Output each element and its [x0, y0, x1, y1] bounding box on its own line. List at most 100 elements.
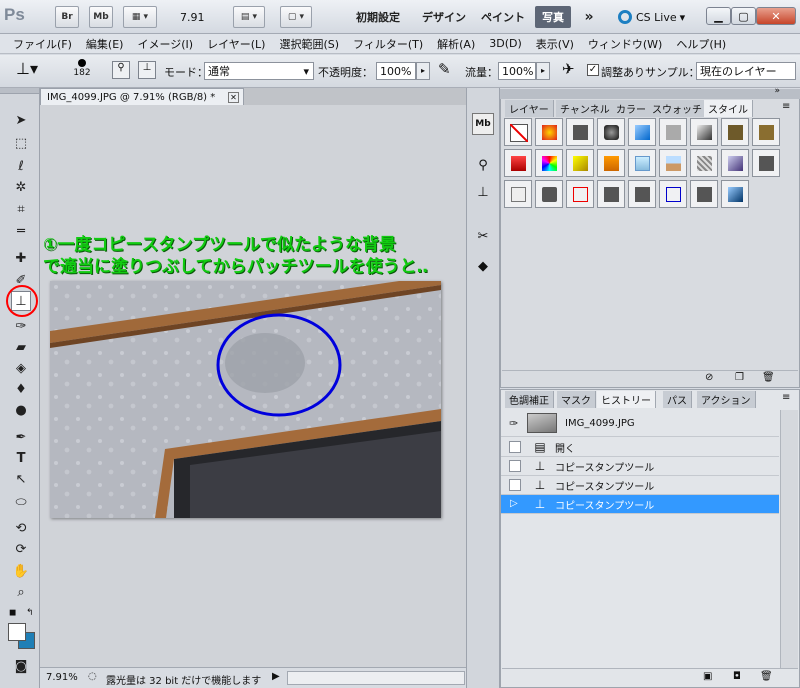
arrange-documents-dropdown[interactable]: ▤ ▾ — [233, 6, 265, 28]
move-tool[interactable]: ➤ — [11, 110, 31, 130]
maximize-button[interactable]: ▢ — [731, 7, 756, 25]
document-tab[interactable]: IMG_4099.JPG @ 7.91% (RGB/8) * ✕ — [40, 88, 244, 105]
style-swatch[interactable] — [628, 118, 656, 146]
menu-analysis[interactable]: 解析(A) — [430, 36, 482, 52]
new-style-button[interactable]: ❐ — [735, 372, 744, 383]
minimize-button[interactable]: ▁ — [706, 7, 731, 25]
horizontal-scrollbar[interactable] — [287, 671, 465, 685]
tab-adjustments[interactable]: 色調補正 — [505, 391, 554, 408]
hand-tool[interactable]: ✋ — [11, 561, 31, 581]
foreground-color-swatch[interactable] — [8, 623, 26, 641]
style-swatch[interactable] — [721, 149, 749, 177]
mode-select[interactable]: 通常 ▾ — [204, 62, 314, 80]
spot-healing-tool[interactable]: ✚ — [11, 248, 31, 268]
flow-slider-button[interactable]: ▸ — [536, 62, 550, 80]
toggle-clone-source-panel-button[interactable]: ⊥ — [138, 61, 156, 79]
panel-menu-button[interactable]: ≡ — [782, 101, 790, 112]
style-swatch[interactable] — [535, 118, 563, 146]
tab-color[interactable]: カラー — [612, 100, 651, 117]
3d-panel-button[interactable]: ◆ — [472, 255, 494, 277]
status-menu-button[interactable]: ▶ — [272, 671, 280, 682]
style-swatch[interactable] — [659, 180, 687, 208]
ruler-tool[interactable]: ═ — [11, 221, 31, 241]
screen-mode-dropdown[interactable]: ▢ ▾ — [280, 6, 312, 28]
sample-select[interactable]: 現在のレイヤー — [696, 62, 796, 80]
workspace-painting[interactable]: ペイント — [477, 6, 529, 28]
blur-tool[interactable]: ♦ — [11, 379, 31, 399]
style-swatch[interactable] — [535, 149, 563, 177]
history-item[interactable]: ⊥ コピースタンプツール — [501, 476, 779, 495]
quick-selection-tool[interactable]: ✲ — [11, 177, 31, 197]
tab-masks[interactable]: マスク — [557, 391, 596, 408]
history-item-selected[interactable]: ▷ ⊥ コピースタンプツール — [501, 495, 779, 514]
workspace-photography[interactable]: 写真 — [535, 6, 571, 28]
history-snapshot[interactable]: ✑ IMG_4099.JPG — [501, 410, 779, 437]
eraser-tool[interactable]: ▰ — [11, 337, 31, 357]
bridge-button[interactable]: Br — [55, 6, 79, 28]
extras-dropdown[interactable]: ▦ ▾ — [123, 6, 157, 28]
flow-input[interactable]: 100% — [498, 62, 536, 80]
marquee-tool[interactable]: ⬚ — [11, 133, 31, 153]
workspace-essentials[interactable]: 初期設定 — [346, 6, 410, 28]
opacity-input[interactable]: 100% — [376, 62, 416, 80]
style-swatch[interactable] — [504, 149, 532, 177]
style-swatch[interactable] — [597, 149, 625, 177]
history-source-checkbox[interactable] — [509, 460, 521, 472]
menu-edit[interactable]: 編集(E) — [79, 36, 131, 52]
tablet-pressure-opacity-button[interactable]: ✎ — [438, 60, 451, 78]
clone-source-panel-button[interactable]: ⊥ — [472, 181, 494, 203]
workspace-design[interactable]: デザイン — [415, 6, 473, 28]
type-tool[interactable]: T — [11, 448, 31, 468]
mini-bridge-panel-button[interactable]: Mb — [472, 113, 494, 135]
crop-tool[interactable]: ⌗ — [11, 199, 31, 219]
history-brush-tool[interactable]: ✑ — [11, 316, 31, 336]
style-swatch[interactable] — [597, 180, 625, 208]
tab-channels[interactable]: チャンネル — [556, 100, 615, 117]
style-swatch[interactable] — [504, 118, 532, 146]
style-swatch[interactable] — [566, 149, 594, 177]
tab-history[interactable]: ヒストリー — [597, 391, 656, 408]
delete-state-button[interactable]: 🗑 — [760, 671, 773, 682]
menu-help[interactable]: ヘルプ(H) — [669, 36, 733, 52]
menu-3d[interactable]: 3D(D) — [482, 37, 529, 50]
brush-preset-picker[interactable]: 182 — [65, 57, 99, 78]
path-selection-tool[interactable]: ↖ — [11, 469, 31, 489]
toggle-brush-panel-button[interactable]: ⚲ — [112, 61, 130, 79]
history-item[interactable]: ▤ 開く — [501, 438, 779, 457]
menu-filter[interactable]: フィルター(T) — [346, 36, 430, 52]
style-swatch[interactable] — [752, 118, 780, 146]
history-source-checkbox[interactable] — [509, 441, 521, 453]
history-item[interactable]: ⊥ コピースタンプツール — [501, 457, 779, 476]
status-zoom-level[interactable]: 7.91% — [46, 672, 78, 683]
delete-style-button[interactable]: 🗑 — [762, 372, 775, 383]
tab-swatches[interactable]: スウォッチ — [648, 100, 707, 117]
zoom-tool[interactable]: ⌕ — [11, 582, 31, 602]
opacity-slider-button[interactable]: ▸ — [416, 62, 430, 80]
zoom-level[interactable]: 7.91 — [180, 11, 205, 24]
history-source-checkbox[interactable]: ▷ — [509, 498, 521, 510]
style-swatch[interactable] — [659, 149, 687, 177]
menu-view[interactable]: 表示(V) — [529, 36, 581, 52]
shape-tool[interactable]: ⬭ — [11, 492, 31, 512]
clear-style-button[interactable]: ⊘ — [705, 372, 713, 383]
brush-panel-button[interactable]: ⚲ — [472, 154, 494, 176]
3d-rotate-tool[interactable]: ⟲ — [11, 518, 31, 538]
tools-panel-grip[interactable] — [0, 88, 39, 94]
style-swatch[interactable] — [566, 118, 594, 146]
tool-presets-panel-button[interactable]: ✂ — [472, 225, 494, 247]
style-swatch[interactable] — [659, 118, 687, 146]
quick-mask-button[interactable]: ◙ — [11, 656, 31, 676]
history-scrollbar[interactable] — [780, 410, 798, 668]
airbrush-button[interactable]: ✈ — [562, 60, 575, 78]
menu-image[interactable]: イメージ(I) — [130, 36, 200, 52]
style-swatch[interactable] — [690, 118, 718, 146]
style-swatch[interactable] — [690, 180, 718, 208]
menu-layer[interactable]: レイヤー(L) — [200, 36, 272, 52]
menu-select[interactable]: 選択範囲(S) — [272, 36, 346, 52]
style-swatch[interactable] — [597, 118, 625, 146]
style-swatch[interactable] — [752, 149, 780, 177]
collapse-panels-button[interactable]: » — [774, 86, 780, 96]
tab-paths[interactable]: パス — [663, 391, 692, 408]
style-swatch[interactable] — [690, 149, 718, 177]
menu-file[interactable]: ファイル(F) — [6, 36, 79, 52]
